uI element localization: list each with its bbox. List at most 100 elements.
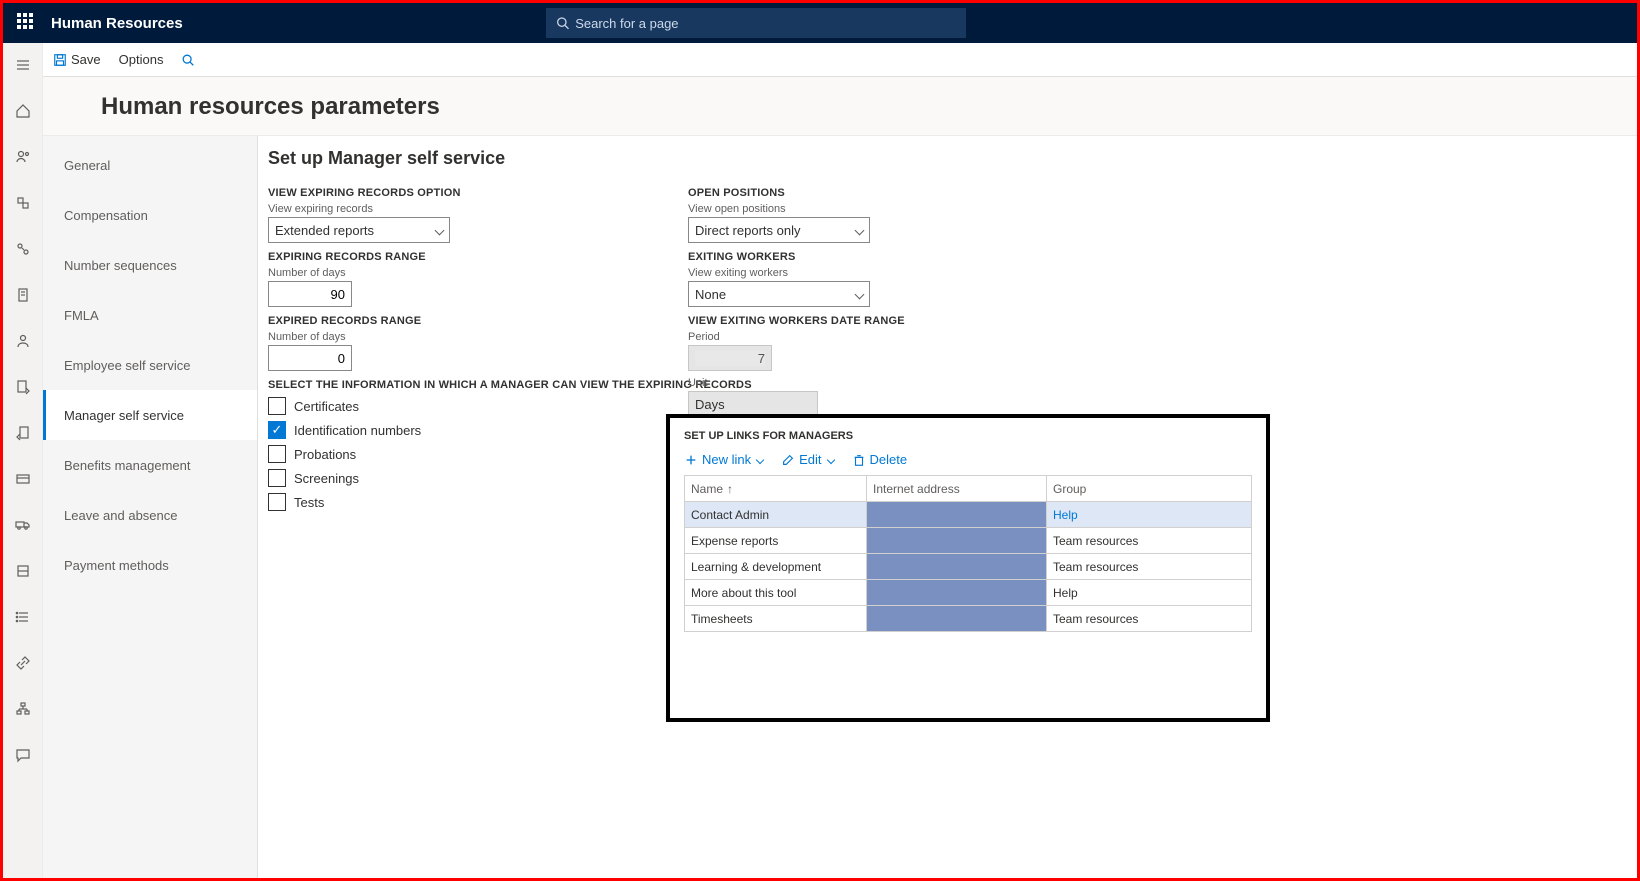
tab-manager-self-service[interactable]: Manager self service	[43, 390, 257, 440]
chevron-down-icon	[855, 289, 865, 299]
links-table: Name ↑ Internet address Group Contact Ad…	[684, 475, 1252, 632]
link-icon[interactable]	[7, 647, 39, 679]
plus-icon	[684, 453, 698, 467]
column-left: VIEW EXPIRING RECORDS OPTION View expiri…	[268, 179, 668, 517]
app-launcher-icon[interactable]	[17, 13, 37, 33]
checkbox-icon: ✓	[268, 421, 286, 439]
checkbox-tests[interactable]: Tests	[268, 493, 668, 511]
cell-group: Help	[1047, 502, 1229, 527]
box-icon[interactable]	[7, 555, 39, 587]
cell-name: Contact Admin	[685, 502, 867, 527]
table-header: Name ↑ Internet address Group	[685, 476, 1251, 502]
edit-button[interactable]: Edit	[781, 452, 833, 467]
pencil-icon	[781, 453, 795, 467]
tab-leave-and-absence[interactable]: Leave and absence	[43, 490, 257, 540]
subhead-view-expiring: VIEW EXPIRING RECORDS OPTION	[268, 187, 668, 199]
cell-group: Team resources	[1047, 528, 1229, 553]
org-icon[interactable]	[7, 693, 39, 725]
options-button[interactable]: Options	[119, 52, 164, 67]
links-panel: SET UP LINKS FOR MANAGERS New link Edit …	[666, 414, 1270, 722]
subhead-expired-range: EXPIRED RECORDS RANGE	[268, 315, 668, 327]
tab-employee-self-service[interactable]: Employee self service	[43, 340, 257, 390]
checkbox-probations[interactable]: Probations	[268, 445, 668, 463]
doc-arrow2-icon[interactable]	[7, 417, 39, 449]
cmdbar-search-icon[interactable]	[181, 53, 195, 67]
tab-compensation[interactable]: Compensation	[43, 190, 257, 240]
tab-payment-methods[interactable]: Payment methods	[43, 540, 257, 590]
label-unit: Unit	[688, 377, 1088, 389]
tab-benefits-management[interactable]: Benefits management	[43, 440, 257, 490]
card-icon[interactable]	[7, 463, 39, 495]
save-label: Save	[71, 52, 101, 67]
checkbox-screenings[interactable]: Screenings	[268, 469, 668, 487]
table-row[interactable]: Learning & developmentTeam resources	[685, 554, 1251, 580]
form-area: Set up Manager self service VIEW EXPIRIN…	[258, 136, 1637, 878]
tab-fmla[interactable]: FMLA	[43, 290, 257, 340]
tab-general[interactable]: General	[43, 140, 257, 190]
subhead-open-positions: OPEN POSITIONS	[688, 187, 1088, 199]
top-navbar: Human Resources	[3, 3, 1637, 43]
cell-internet-address	[867, 580, 1047, 605]
list-icon[interactable]	[7, 601, 39, 633]
search-icon	[556, 16, 569, 30]
checkbox-certificates[interactable]: Certificates	[268, 397, 668, 415]
cell-name: Expense reports	[685, 528, 867, 553]
table-row[interactable]: Expense reports Team resources	[685, 528, 1251, 554]
cell-internet-address	[867, 606, 1047, 631]
hamburger-icon[interactable]	[7, 49, 39, 81]
dropdown-view-expiring-records[interactable]: Extended reports	[268, 217, 450, 243]
save-button[interactable]: Save	[53, 52, 101, 67]
save-icon	[53, 53, 67, 67]
links-toolbar: New link Edit Delete	[684, 452, 1252, 467]
people-icon[interactable]	[7, 141, 39, 173]
home-icon[interactable]	[7, 95, 39, 127]
checkbox-icon	[268, 397, 286, 415]
label-expired-days: Number of days	[268, 331, 668, 343]
col-group[interactable]: Group	[1047, 476, 1229, 501]
col-internet-address[interactable]: Internet address	[867, 476, 1047, 501]
section-title: Set up Manager self service	[268, 148, 1617, 169]
chevron-down-icon	[756, 455, 764, 463]
tab-number-sequences[interactable]: Number sequences	[43, 240, 257, 290]
input-expiring-days[interactable]	[268, 281, 352, 307]
table-row[interactable]: TimesheetsTeam resources	[685, 606, 1251, 632]
delete-button[interactable]: Delete	[852, 452, 908, 467]
subhead-exiting-range: VIEW EXITING WORKERS DATE RANGE	[688, 315, 1088, 327]
table-row[interactable]: Contact Admin Help	[685, 502, 1251, 528]
checkbox-icon	[268, 493, 286, 511]
modules-icon-2[interactable]	[7, 233, 39, 265]
dropdown-view-exiting-workers[interactable]: None	[688, 281, 870, 307]
cell-name: Learning & development	[685, 554, 867, 579]
cell-internet-address	[867, 554, 1047, 579]
clipboard-icon[interactable]	[7, 279, 39, 311]
search-input[interactable]	[575, 16, 956, 31]
subhead-exiting-workers: EXITING WORKERS	[688, 251, 1088, 263]
label-view-expiring-records: View expiring records	[268, 203, 668, 215]
cell-group: Team resources	[1047, 606, 1229, 631]
checkbox-identification-numbers[interactable]: ✓Identification numbers	[268, 421, 668, 439]
left-rail	[3, 43, 43, 878]
cell-name: More about this tool	[685, 580, 867, 605]
checkbox-icon	[268, 469, 286, 487]
table-row[interactable]: More about this toolHelp	[685, 580, 1251, 606]
dropdown-view-open-positions[interactable]: Direct reports only	[688, 217, 870, 243]
chevron-down-icon	[435, 225, 445, 235]
truck-icon[interactable]	[7, 509, 39, 541]
person-icon[interactable]	[7, 325, 39, 357]
subhead-expiring-range: EXPIRING RECORDS RANGE	[268, 251, 668, 263]
doc-arrow-icon[interactable]	[7, 371, 39, 403]
chat-icon[interactable]	[7, 739, 39, 771]
modules-icon-1[interactable]	[7, 187, 39, 219]
new-link-button[interactable]: New link	[684, 452, 763, 467]
app-name: Human Resources	[51, 15, 183, 32]
label-view-exiting-workers: View exiting workers	[688, 267, 1088, 279]
chevron-down-icon	[855, 225, 865, 235]
trash-icon	[852, 453, 866, 467]
cell-internet-address	[867, 528, 1047, 553]
global-search[interactable]	[546, 8, 966, 38]
col-name[interactable]: Name ↑	[685, 476, 867, 501]
input-expired-days[interactable]	[268, 345, 352, 371]
checkbox-icon	[268, 445, 286, 463]
vertical-tabs: General Compensation Number sequences FM…	[43, 136, 258, 878]
cell-internet-address	[867, 502, 1047, 527]
